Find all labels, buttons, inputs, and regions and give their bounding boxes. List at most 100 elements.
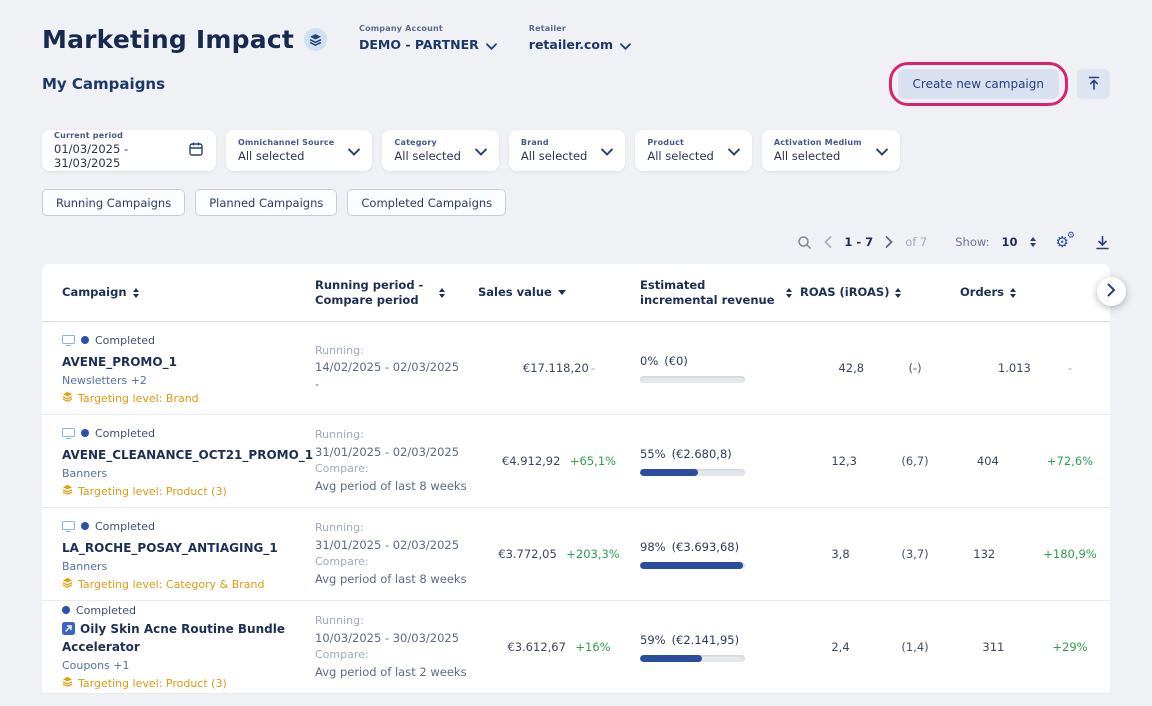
incremental-progress-bar [640, 562, 745, 569]
tab-running-campaigns[interactable]: Running Campaigns [42, 189, 185, 216]
incremental-progress-bar [640, 469, 745, 476]
targeting-label: Targeting level: Product (3) [78, 677, 227, 690]
company-account-select[interactable]: Company Account DEMO - PARTNER [359, 24, 497, 54]
campaign-targeting: Targeting level: Product (3) [62, 676, 315, 690]
column-header-period[interactable]: Running period - Compare period [315, 278, 478, 308]
stepper-down-icon [1030, 243, 1036, 247]
retailer-select[interactable]: Retailer retailer.com [529, 24, 631, 54]
filter-omnichannel-source[interactable]: Omnichannel Source All selected [226, 130, 372, 171]
layers-icon [62, 484, 73, 498]
cell-period: Running: 31/01/2025 - 02/03/2025 Compare… [315, 427, 478, 495]
sort-icon [439, 288, 445, 298]
filter-brand[interactable]: Brand All selected [509, 130, 625, 171]
cell-orders: 132 +180,9% [960, 547, 1110, 561]
table-row[interactable]: Completed AVENE_PROMO_1 Newsletters +2 T… [42, 322, 1110, 415]
column-header-incremental-revenue[interactable]: Estimated incremental revenue [640, 278, 800, 308]
cell-period: Running: 14/02/2025 - 02/03/2025 - [315, 343, 478, 394]
status-dot-icon [81, 522, 89, 530]
campaign-name-link[interactable]: Oily Skin Acne Routine Bundle Accelerato… [62, 621, 302, 655]
filter-category[interactable]: Category All selected [382, 130, 498, 171]
monitor-icon [62, 517, 75, 536]
chevron-down-icon [348, 141, 360, 160]
chevron-down-icon [728, 141, 740, 160]
cell-incremental-revenue: 0%(€0) [640, 354, 800, 383]
monitor-icon [62, 424, 75, 443]
column-label: Estimated incremental revenue [640, 278, 780, 308]
chevron-down-icon [620, 35, 631, 54]
campaign-targeting: Targeting level: Product (3) [62, 484, 315, 498]
monitor-icon [62, 331, 75, 350]
coupon-icon [62, 622, 75, 639]
filter-value: All selected [774, 149, 862, 163]
sort-icon [895, 288, 901, 298]
filter-value: All selected [521, 149, 587, 163]
cell-roas: 12,3 (6,7) [800, 454, 960, 468]
cell-period: Running: 31/01/2025 - 02/03/2025 Compare… [315, 520, 478, 588]
campaign-targeting: Targeting level: Category & Brand [62, 577, 315, 591]
campaign-name-link[interactable]: LA_ROCHE_POSAY_ANTIAGING_1 [62, 540, 302, 556]
filter-activation-medium[interactable]: Activation Medium All selected [762, 130, 900, 171]
filter-label: Brand [521, 138, 587, 147]
table-row[interactable]: Completed Oily Skin Acne Routine Bundle … [42, 601, 1110, 694]
period-filter[interactable]: Current period 01/03/2025 - 31/03/2025 [42, 130, 216, 171]
filter-label: Category [394, 138, 460, 147]
tab-planned-campaigns[interactable]: Planned Campaigns [195, 189, 337, 216]
targeting-label: Targeting level: Category & Brand [78, 578, 264, 591]
cell-roas: 42,8 (-) [800, 361, 960, 375]
campaign-channel-link[interactable]: Coupons +1 [62, 659, 315, 672]
cell-sales-value: €3.612,67 +16% [478, 640, 640, 654]
chevron-right-icon [1107, 283, 1116, 300]
status-dot-icon [81, 336, 89, 344]
chevron-down-icon [486, 35, 497, 54]
campaign-channel-link[interactable]: Banners [62, 560, 315, 573]
create-campaign-button[interactable]: Create new campaign [898, 69, 1059, 99]
campaign-channel-link[interactable]: Newsletters +2 [62, 374, 315, 387]
column-header-campaign[interactable]: Campaign [42, 285, 315, 300]
period-filter-value: 01/03/2025 - 31/03/2025 [54, 142, 174, 170]
table-header-row: Campaign Running period - Compare period… [42, 264, 1110, 322]
campaigns-table: Campaign Running period - Compare period… [42, 264, 1110, 694]
status-label: Completed [95, 334, 155, 347]
incremental-progress-bar [640, 376, 745, 383]
column-header-sales-value[interactable]: Sales value [478, 285, 640, 300]
table-row[interactable]: Completed AVENE_CLEANANCE_OCT21_PROMO_1 … [42, 415, 1110, 508]
section-title: My Campaigns [42, 75, 165, 93]
page-title: Marketing Impact [42, 25, 294, 54]
tab-completed-campaigns[interactable]: Completed Campaigns [347, 189, 506, 216]
cell-orders: 311 +29% [960, 640, 1110, 654]
campaign-status-tabs: Running Campaigns Planned Campaigns Comp… [42, 189, 1110, 216]
column-header-orders[interactable]: Orders [960, 285, 1110, 300]
targeting-label: Targeting level: Brand [78, 392, 199, 405]
arrow-up-to-line-icon [1087, 76, 1101, 93]
campaign-name-link[interactable]: AVENE_CLEANANCE_OCT21_PROMO_1 [62, 447, 302, 463]
table-row[interactable]: Completed LA_ROCHE_POSAY_ANTIAGING_1 Ban… [42, 508, 1110, 601]
campaign-status: Completed [62, 331, 315, 350]
page-size-stepper[interactable] [1030, 237, 1036, 247]
campaign-channel-link[interactable]: Banners [62, 467, 315, 480]
filter-label: Omnichannel Source [238, 138, 334, 147]
prev-page-button[interactable] [824, 236, 832, 248]
campaign-status: Completed [62, 517, 315, 536]
page-size-value: 10 [1002, 235, 1018, 249]
campaign-name-link[interactable]: AVENE_PROMO_1 [62, 354, 302, 370]
table-toolbar: 1 - 7 of 7 Show: 10 ⚙⚙ [42, 230, 1110, 254]
campaign-status: Completed [62, 424, 315, 443]
column-label: ROAS (iROAS) [800, 285, 889, 300]
status-label: Completed [95, 520, 155, 533]
column-header-roas[interactable]: ROAS (iROAS) [800, 285, 960, 300]
section-header: My Campaigns Create new campaign [42, 68, 1110, 100]
cell-incremental-revenue: 98%(€3.693,68) [640, 540, 800, 569]
search-icon[interactable] [797, 235, 812, 250]
column-settings-button[interactable]: ⚙⚙ [1056, 235, 1069, 250]
filter-label: Activation Medium [774, 138, 862, 147]
status-label: Completed [76, 604, 136, 617]
filter-value: All selected [647, 149, 713, 163]
filter-label: Product [647, 138, 713, 147]
table-scroll-right-button[interactable] [1097, 277, 1126, 306]
scroll-to-top-button[interactable] [1077, 69, 1110, 99]
download-button[interactable] [1095, 235, 1110, 250]
campaign-targeting: Targeting level: Brand [62, 391, 315, 405]
chevron-down-icon [475, 141, 487, 160]
next-page-button[interactable] [885, 236, 893, 248]
filter-product[interactable]: Product All selected [635, 130, 751, 171]
